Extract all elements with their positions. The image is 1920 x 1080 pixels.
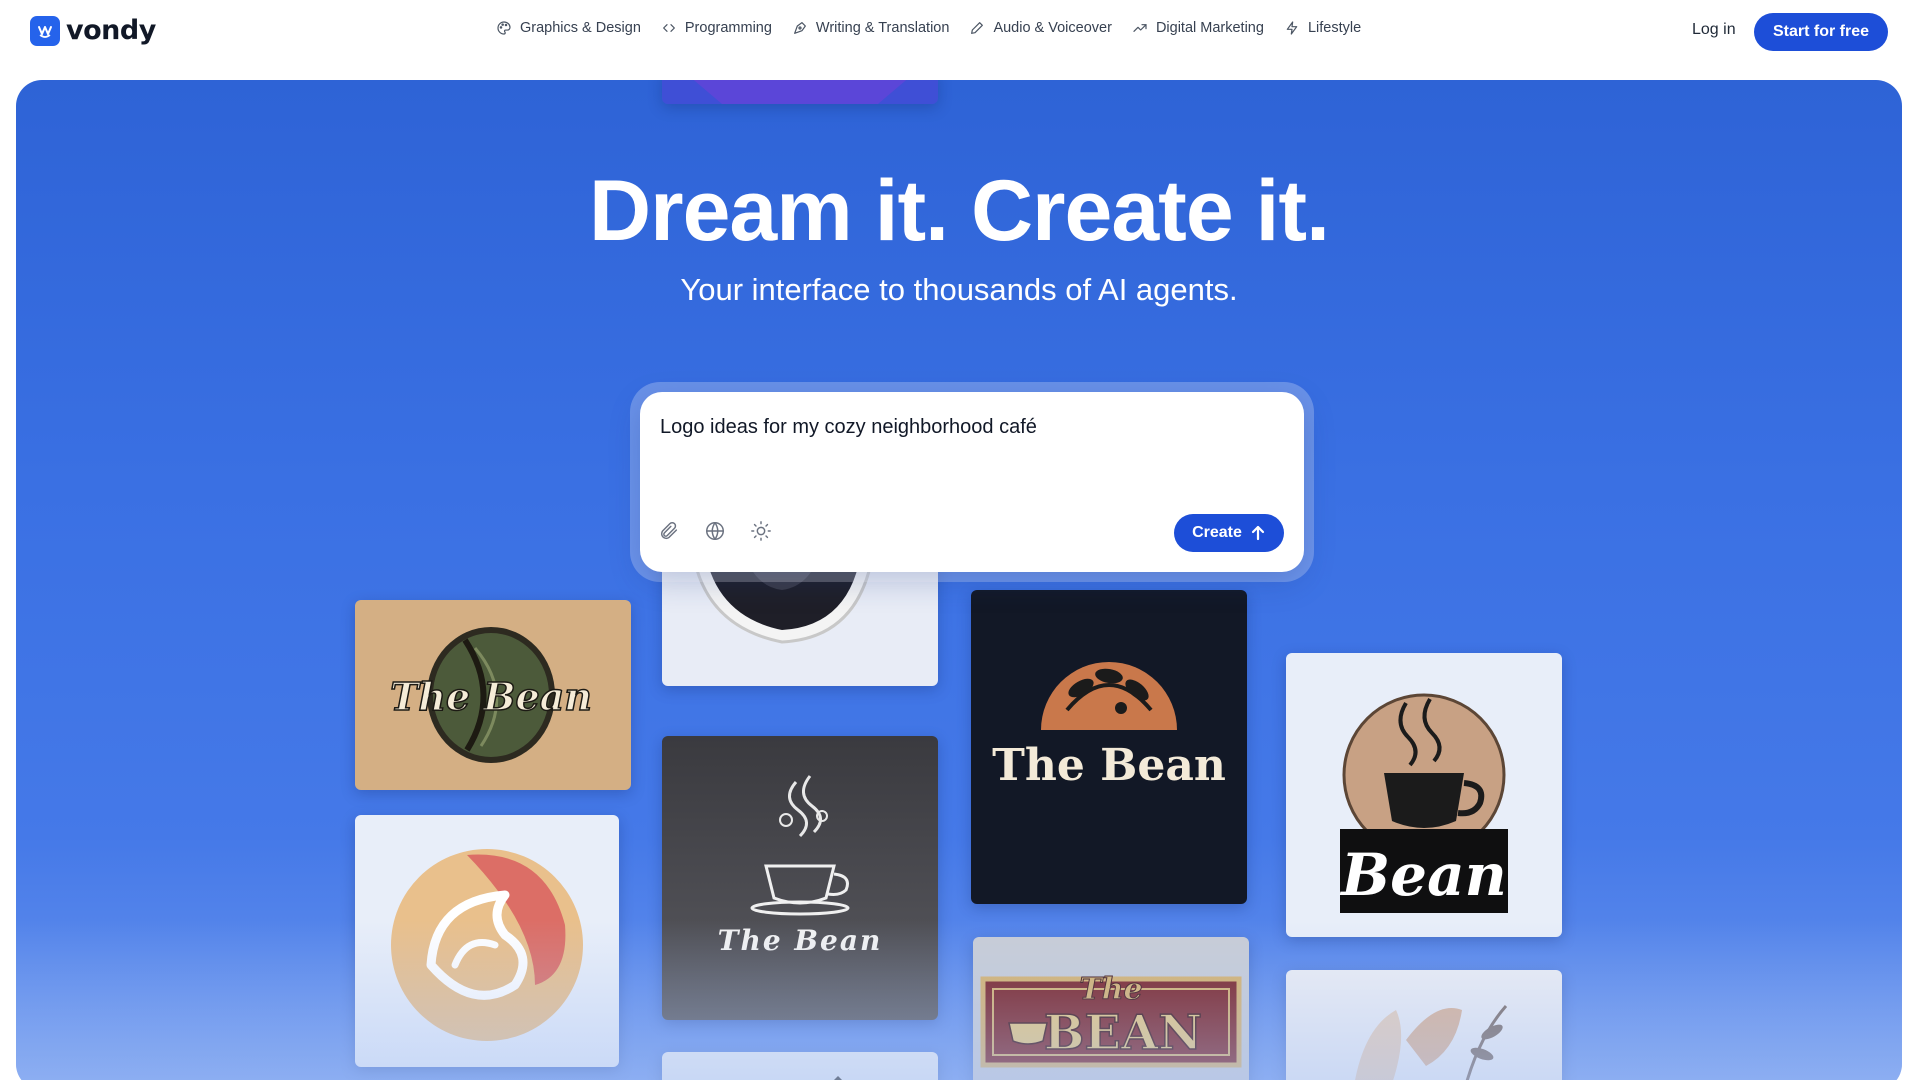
bean-wordmark: Bean bbox=[1339, 841, 1507, 909]
sun-icon[interactable] bbox=[750, 520, 772, 542]
vondy-logo[interactable]: vondy bbox=[30, 15, 156, 46]
nav-item-lifestyle[interactable]: Lifestyle bbox=[1284, 20, 1361, 36]
pen-nib-icon bbox=[793, 22, 806, 34]
gallery-tile-botanical[interactable] bbox=[1286, 970, 1562, 1080]
nav-item-label: Audio & Voiceover bbox=[993, 20, 1112, 36]
vondy-logo-icon bbox=[30, 15, 60, 46]
hero-title: Dream it. Create it. bbox=[589, 163, 1330, 259]
prompt-container: Logo ideas for my cozy neighborhood café… bbox=[630, 382, 1314, 582]
hero-section: The Bean The Bean Bean The Bean The BEAN… bbox=[16, 80, 1902, 1080]
nav-item-writing-translation[interactable]: Writing & Translation bbox=[792, 20, 950, 36]
nav-item-label: Graphics & Design bbox=[520, 20, 641, 36]
hero-bottom-fade bbox=[16, 920, 1902, 1080]
gallery-tile-swirl-circle[interactable] bbox=[355, 815, 619, 1067]
gallery-tile-bean-vintage-sign[interactable]: The BEAN bbox=[973, 937, 1249, 1080]
gallery-tile-bean-cup-banner[interactable]: Bean bbox=[1286, 653, 1562, 937]
arrow-up-icon bbox=[1251, 525, 1265, 541]
hero-subtitle: Your interface to thousands of AI agents… bbox=[680, 272, 1238, 307]
prompt-input[interactable]: Logo ideas for my cozy neighborhood café bbox=[660, 416, 1037, 439]
bean-wordmark: The Bean bbox=[992, 740, 1226, 791]
nav-item-graphics-design[interactable]: Graphics & Design bbox=[496, 20, 641, 36]
prompt-box[interactable]: Logo ideas for my cozy neighborhood café… bbox=[640, 392, 1304, 572]
sign-the-text: The bbox=[1079, 972, 1142, 1007]
nav-item-digital-marketing[interactable]: Digital Marketing bbox=[1132, 20, 1264, 36]
gallery-tile-bean-ornate-cup[interactable]: The Bean bbox=[662, 736, 938, 1020]
category-nav: Graphics & Design Programming Writing & … bbox=[496, 20, 1361, 36]
paperclip-icon[interactable] bbox=[658, 520, 680, 542]
prompt-toolbar bbox=[658, 520, 772, 542]
create-button-label: Create bbox=[1192, 524, 1242, 541]
bean-wordmark: The Bean bbox=[718, 924, 883, 957]
globe-icon[interactable] bbox=[704, 520, 726, 542]
sign-bean-text: BEAN bbox=[1044, 1005, 1202, 1061]
trending-up-icon bbox=[1133, 24, 1147, 32]
lightning-icon bbox=[1286, 21, 1298, 35]
pencil-icon bbox=[971, 22, 984, 34]
login-link[interactable]: Log in bbox=[1692, 21, 1736, 39]
gallery-tile-bean-dark-leaves[interactable]: The Bean bbox=[971, 590, 1247, 904]
palette-icon bbox=[497, 21, 511, 35]
nav-item-label: Lifestyle bbox=[1307, 20, 1362, 36]
nav-item-label: Programming bbox=[684, 20, 772, 36]
nav-item-programming[interactable]: Programming bbox=[661, 20, 772, 36]
code-icon bbox=[662, 24, 675, 32]
nav-item-label: Writing & Translation bbox=[815, 20, 950, 36]
top-navigation-bar: vondy Graphics & Design Programming Writ… bbox=[0, 0, 1920, 64]
gallery-tile-bean-tan[interactable]: The Bean bbox=[355, 600, 631, 790]
nav-item-label: Digital Marketing bbox=[1155, 20, 1264, 36]
gallery-tile-top[interactable] bbox=[662, 80, 938, 104]
start-for-free-button[interactable]: Start for free bbox=[1754, 13, 1888, 51]
bean-wordmark: The Bean bbox=[390, 674, 592, 719]
create-button[interactable]: Create bbox=[1174, 514, 1284, 552]
brand-name: vondy bbox=[66, 15, 156, 46]
gallery-tile-bottom[interactable] bbox=[662, 1052, 938, 1080]
nav-item-audio-voiceover[interactable]: Audio & Voiceover bbox=[969, 20, 1112, 36]
